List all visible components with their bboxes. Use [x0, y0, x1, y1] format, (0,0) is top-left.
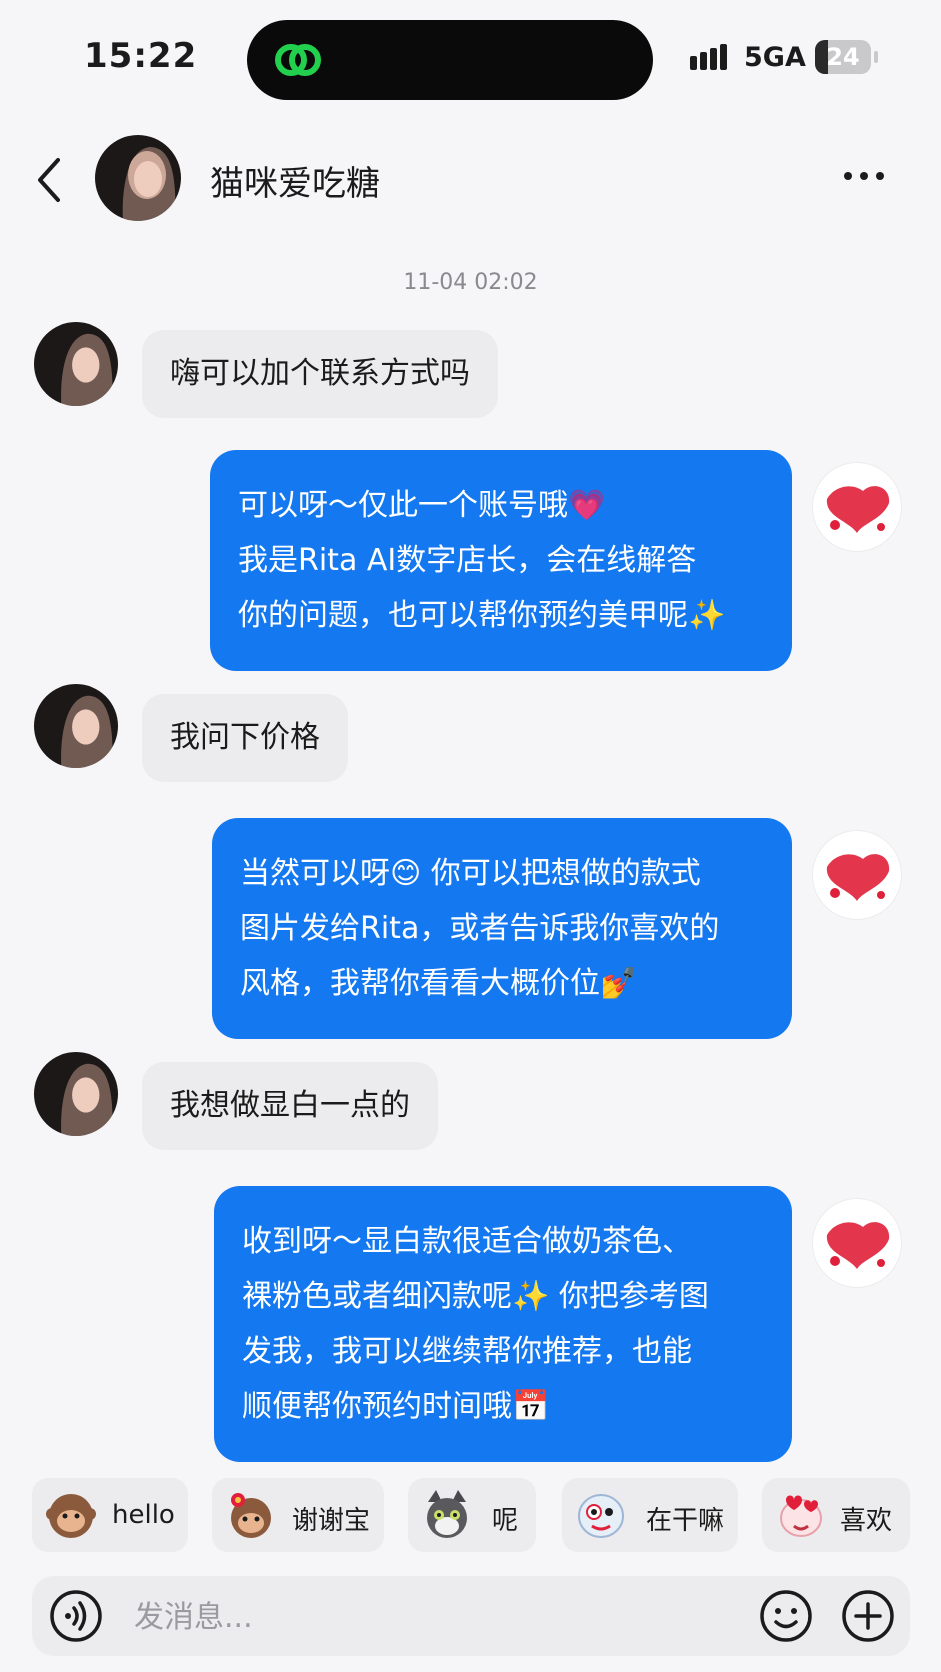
status-time: 15:22 — [84, 36, 198, 76]
chat-header: 猫咪爱吃糖 — [0, 120, 941, 240]
message-text: 我问下价格 — [170, 720, 320, 755]
message-text-line: 发我，我可以继续帮你推荐，也能 — [242, 1334, 692, 1369]
user-avatar[interactable] — [34, 684, 118, 768]
voice-input-icon[interactable] — [48, 1588, 104, 1644]
message-text-line: 你的问题，也可以帮你预约美甲呢✨ — [238, 598, 726, 633]
shop-avatar[interactable] — [812, 462, 902, 552]
monkey-flower-sticker-icon — [231, 1493, 271, 1538]
blob-sticker-icon — [578, 1494, 624, 1538]
nails-logo-icon — [826, 1222, 890, 1269]
contact-avatar[interactable] — [95, 135, 181, 221]
message-text-line: 当然可以呀😊 你可以把想做的款式 — [240, 856, 701, 891]
sticker-label: hello — [112, 1500, 175, 1530]
message-text-line: 图片发给Rita，或者告诉我你喜欢的 — [240, 911, 720, 946]
shop-avatar[interactable] — [812, 830, 902, 920]
message-text-line: 可以呀～仅此一个账号哦💗 — [238, 488, 606, 523]
message-text-line: 顺便帮你预约时间哦📅 — [242, 1389, 550, 1424]
message-text: 嗨可以加个联系方式吗 — [170, 356, 470, 391]
cat-sticker-icon — [427, 1490, 467, 1538]
dynamic-island — [247, 20, 653, 100]
battery-icon: 24 — [815, 40, 878, 74]
sticker-label: 呢 — [492, 1506, 519, 1536]
sticker-label: 喜欢 — [840, 1506, 893, 1536]
shop-avatar[interactable] — [812, 1198, 902, 1288]
back-button[interactable] — [30, 150, 70, 210]
battery-percentage: 24 — [826, 43, 860, 71]
message-text-line: 裸粉色或者细闪款呢✨ 你把参考图 — [242, 1279, 709, 1314]
sticker-label: 谢谢宝 — [292, 1506, 371, 1536]
sticker-chip-thanks[interactable]: 谢谢宝 — [212, 1478, 384, 1552]
sticker-label: 在干嘛 — [646, 1506, 725, 1536]
incoming-message-bubble[interactable]: 我问下价格 — [142, 694, 348, 782]
message-text-line: 收到呀～显白款很适合做奶茶色、 — [242, 1224, 692, 1259]
message-text-line: 风格，我帮你看看大概价位💅 — [240, 966, 638, 1001]
message-input[interactable] — [132, 1588, 676, 1646]
status-bar: 15:22 5GA 24 — [0, 0, 941, 120]
message-text-line: 我是Rita AI数字店长，会在线解答 — [238, 543, 697, 578]
sticker-chip-hello[interactable]: hello — [32, 1478, 188, 1552]
outgoing-message-bubble[interactable]: 当然可以呀😊 你可以把想做的款式 图片发给Rita，或者告诉我你喜欢的 风格，我… — [212, 818, 792, 1039]
sticker-chip-like[interactable]: 喜欢 — [762, 1478, 910, 1552]
outgoing-message-bubble[interactable]: 可以呀～仅此一个账号哦💗 我是Rita AI数字店长，会在线解答 你的问题，也可… — [210, 450, 792, 671]
sticker-chip-ne[interactable]: 呢 — [408, 1478, 536, 1552]
nails-logo-icon — [826, 854, 890, 901]
outgoing-message-bubble[interactable]: 收到呀～显白款很适合做奶茶色、 裸粉色或者细闪款呢✨ 你把参考图 发我，我可以继… — [214, 1186, 792, 1462]
link-app-icon — [275, 44, 321, 76]
signal-icon — [690, 44, 727, 70]
nails-logo-icon — [826, 486, 890, 533]
more-options-icon[interactable] — [842, 166, 886, 186]
user-avatar[interactable] — [34, 1052, 118, 1136]
message-timestamp: 11-04 02:02 — [403, 270, 538, 295]
quick-sticker-bar: hello 谢谢宝 呢 在干嘛 喜欢 — [0, 1478, 941, 1554]
contact-name: 猫咪爱吃糖 — [210, 164, 380, 204]
message-text: 我想做显白一点的 — [170, 1088, 410, 1123]
monkey-sticker-icon — [46, 1494, 96, 1538]
incoming-message-bubble[interactable]: 我想做显白一点的 — [142, 1062, 438, 1150]
emoji-icon[interactable] — [758, 1588, 814, 1644]
user-avatar[interactable] — [34, 322, 118, 406]
heart-blob-sticker-icon — [780, 1495, 822, 1537]
message-input-bar — [32, 1576, 910, 1656]
plus-icon[interactable] — [840, 1588, 896, 1644]
sticker-chip-zaiganma[interactable]: 在干嘛 — [562, 1478, 738, 1552]
incoming-message-bubble[interactable]: 嗨可以加个联系方式吗 — [142, 330, 498, 418]
network-type: 5GA — [744, 42, 806, 73]
